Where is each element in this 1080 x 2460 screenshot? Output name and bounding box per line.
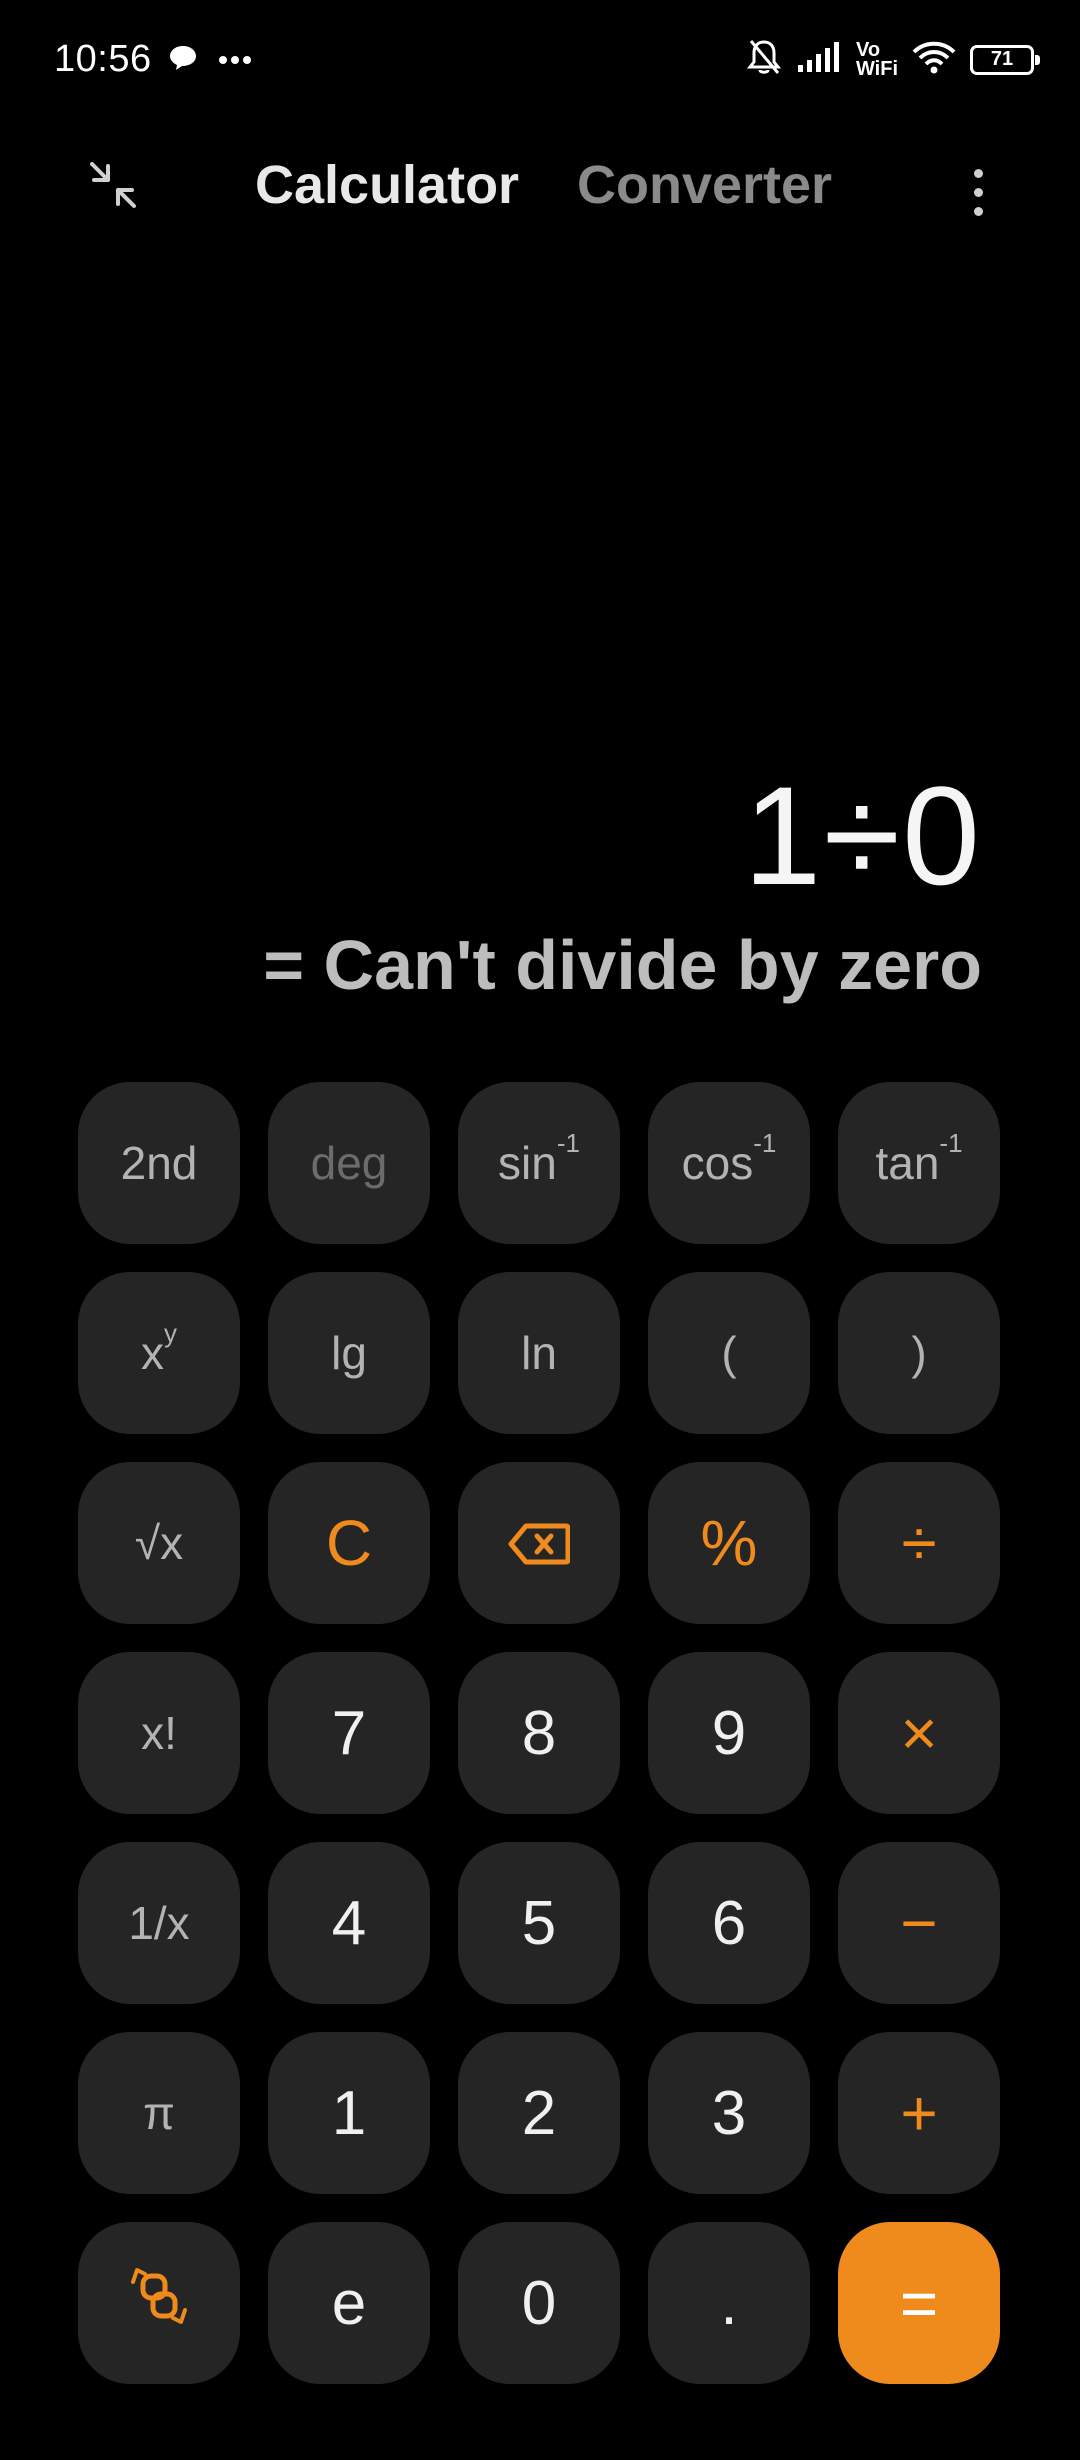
divide-key[interactable]: ÷ [838, 1462, 1000, 1624]
status-left-icons [168, 44, 252, 77]
arctan-key[interactable]: tan-1 [838, 1082, 1000, 1244]
swap-icon [127, 2264, 191, 2343]
arccos-key[interactable]: cos-1 [648, 1082, 810, 1244]
digit-2-key[interactable]: 2 [458, 2032, 620, 2194]
euler-key[interactable]: e [268, 2222, 430, 2384]
power-key[interactable]: xy [78, 1272, 240, 1434]
collapse-arrows-icon [84, 156, 142, 219]
digit-0-key[interactable]: 0 [458, 2222, 620, 2384]
battery-level: 71 [990, 48, 1014, 70]
pi-key[interactable]: π [78, 2032, 240, 2194]
signal-icon [796, 41, 842, 78]
ln-key[interactable]: ln [458, 1272, 620, 1434]
multiply-key[interactable]: × [838, 1652, 1000, 1814]
deg-key[interactable]: deg [268, 1082, 430, 1244]
more-dots-icon [218, 52, 252, 70]
equals-key[interactable]: = [838, 2222, 1000, 2384]
digit-3-key[interactable]: 3 [648, 2032, 810, 2194]
log10-key[interactable]: lg [268, 1272, 430, 1434]
decimal-key[interactable]: . [648, 2222, 810, 2384]
mute-bell-icon [746, 38, 782, 81]
close-paren-key[interactable]: ) [838, 1272, 1000, 1434]
status-right-icons: Vo WiFi 71 [746, 38, 1040, 81]
calculator-screen: 10:56 Vo WiFi 71 Calculator Converter 1÷… [0, 0, 1080, 2460]
app-header: Calculator Converter [0, 140, 1080, 250]
digit-1-key[interactable]: 1 [268, 2032, 430, 2194]
digit-5-key[interactable]: 5 [458, 1842, 620, 2004]
digit-9-key[interactable]: 9 [648, 1652, 810, 1814]
clear-key[interactable]: C [268, 1462, 430, 1624]
factorial-key[interactable]: x! [78, 1652, 240, 1814]
battery-icon: 71 [970, 44, 1040, 75]
backspace-key[interactable] [458, 1462, 620, 1624]
status-bar: 10:56 Vo WiFi 71 [0, 0, 1080, 130]
add-key[interactable]: + [838, 2032, 1000, 2194]
tab-calculator[interactable]: Calculator [255, 154, 519, 216]
reciprocal-key[interactable]: 1/x [78, 1842, 240, 2004]
digit-4-key[interactable]: 4 [268, 1842, 430, 2004]
vowifi-label: Vo WiFi [855, 38, 898, 80]
collapse-button[interactable] [78, 152, 148, 222]
digit-7-key[interactable]: 7 [268, 1652, 430, 1814]
more-options-button[interactable] [958, 152, 998, 232]
expression-display: 1÷0 [743, 757, 982, 914]
tab-converter[interactable]: Converter [577, 154, 832, 216]
keypad: 2nd deg sin-1 cos-1 tan-1 xy lg ln ( ) √… [78, 1082, 1002, 2384]
second-function-key[interactable]: 2nd [78, 1082, 240, 1244]
digit-6-key[interactable]: 6 [648, 1842, 810, 2004]
subtract-key[interactable]: − [838, 1842, 1000, 2004]
status-time: 10:56 [54, 38, 152, 80]
digit-8-key[interactable]: 8 [458, 1652, 620, 1814]
sqrt-key[interactable]: √x [78, 1462, 240, 1624]
chat-bubble-icon [168, 44, 198, 77]
more-vertical-icon [973, 168, 983, 178]
swap-mode-key[interactable] [78, 2222, 240, 2384]
percent-key[interactable]: % [648, 1462, 810, 1624]
result-display: = Can't divide by zero [263, 926, 982, 1004]
wifi-icon [912, 40, 956, 79]
open-paren-key[interactable]: ( [648, 1272, 810, 1434]
backspace-icon [508, 1506, 571, 1580]
arcsin-key[interactable]: sin-1 [458, 1082, 620, 1244]
